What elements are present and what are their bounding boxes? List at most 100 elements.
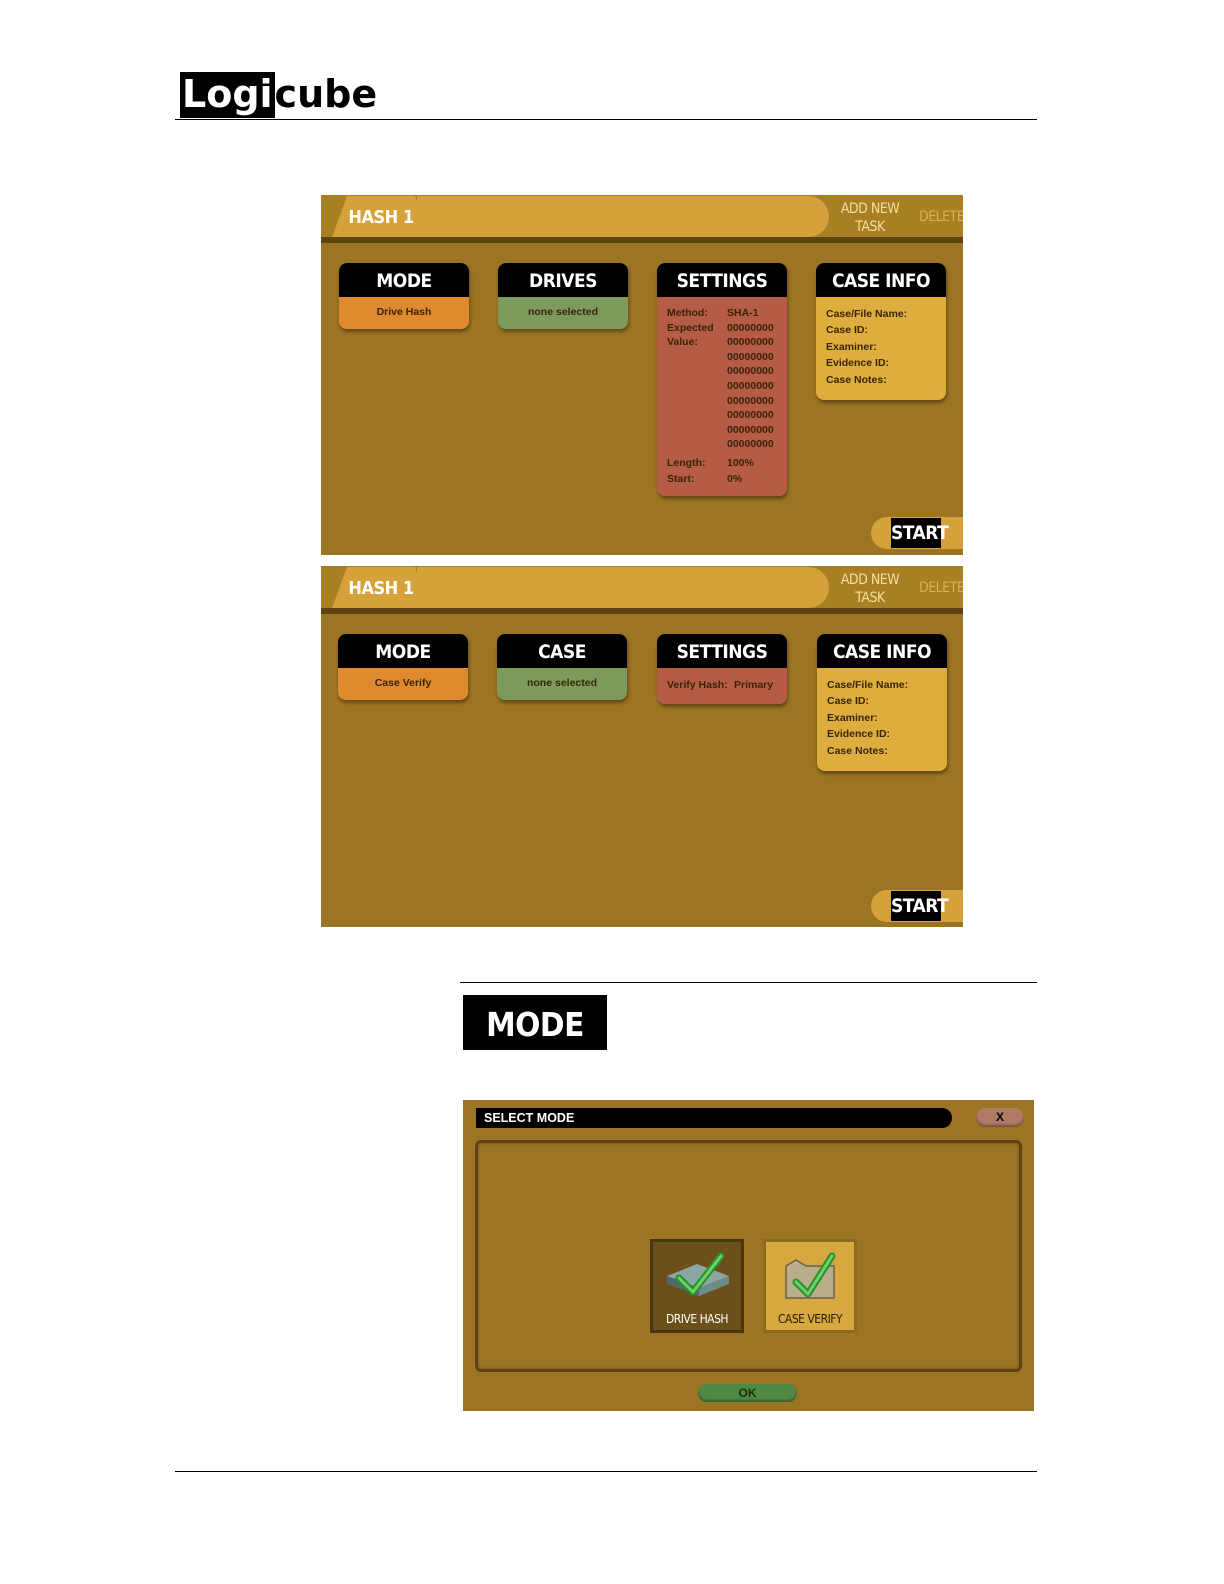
start-button[interactable]: START bbox=[891, 891, 949, 921]
hash-row: 00000000 bbox=[657, 437, 787, 452]
hash-line: 00000000 bbox=[727, 379, 774, 392]
close-button[interactable]: X bbox=[976, 1108, 1024, 1127]
value-label: Value: bbox=[667, 336, 698, 349]
case-file-name-label: Case/File Name: bbox=[827, 679, 909, 691]
case-verify-label: CASE VERIFY bbox=[777, 1312, 843, 1326]
case-id-label: Case ID: bbox=[826, 324, 869, 337]
footer-rule bbox=[175, 1471, 1037, 1472]
task-bar bbox=[417, 196, 829, 237]
screen-drive-hash: HASH 1 ADD NEW TASK DELETE MODE Drive Ha… bbox=[321, 195, 963, 555]
case-notes-label: Case Notes: bbox=[827, 744, 888, 757]
verify-hash-label: Verify Hash: bbox=[667, 679, 728, 691]
header-rule bbox=[175, 119, 1037, 120]
hash-line: 00000000 bbox=[727, 350, 774, 363]
length-value: 100% bbox=[727, 456, 754, 469]
settings-start-row: Start: 0% bbox=[657, 471, 787, 487]
case-card-value: none selected bbox=[497, 668, 627, 700]
mode-card[interactable]: MODE Case Verify bbox=[338, 634, 468, 700]
screen-case-verify: HASH 1 ADD NEW TASK DELETE MODE Case Ver… bbox=[321, 566, 963, 927]
drives-card[interactable]: DRIVES none selected bbox=[498, 263, 628, 329]
add-new-task-button[interactable]: ADD NEW TASK bbox=[831, 571, 909, 607]
select-mode-dialog: SELECT MODE X DRIVE HASH CASE VERIFY OK bbox=[463, 1100, 1034, 1411]
logo-text: cube bbox=[274, 72, 378, 116]
case-card-title: CASE bbox=[497, 634, 627, 668]
settings-length-row: Length: 100% bbox=[657, 455, 787, 471]
mode-card[interactable]: MODE Drive Hash bbox=[339, 263, 469, 329]
hash-line: 00000000 bbox=[727, 409, 774, 422]
hash-row: 00000000 bbox=[657, 350, 787, 365]
case-info-card-title: CASE INFO bbox=[817, 634, 947, 668]
start-button[interactable]: START bbox=[891, 518, 949, 548]
case-file-name-label: Case/File Name: bbox=[826, 308, 908, 320]
logo-box: Logi bbox=[180, 72, 275, 118]
method-value: SHA-1 bbox=[727, 307, 759, 319]
hash-row: 00000000 bbox=[657, 364, 787, 379]
case-verify-option[interactable]: CASE VERIFY bbox=[763, 1239, 857, 1333]
drive-hash-option[interactable]: DRIVE HASH bbox=[650, 1239, 744, 1333]
settings-card-body: Method: SHA-1 Expected 00000000 Value: 0… bbox=[657, 297, 787, 496]
delete-button[interactable]: DELETE bbox=[919, 209, 963, 225]
section-rule bbox=[460, 982, 1037, 983]
mode-card-title: MODE bbox=[338, 634, 468, 668]
case-info-card[interactable]: CASE INFO Case/File Name: Case ID: Exami… bbox=[816, 263, 946, 401]
start-value: 0% bbox=[727, 472, 743, 485]
verify-hash-value: Primary bbox=[734, 679, 774, 691]
case-info-card-title: CASE INFO bbox=[816, 263, 946, 297]
start-label: Start: bbox=[667, 472, 695, 485]
hash-line: 00000000 bbox=[727, 365, 774, 378]
add-task-line-1: ADD NEW bbox=[840, 201, 900, 217]
case-notes-label: Case Notes: bbox=[826, 373, 887, 386]
add-new-task-button[interactable]: ADD NEW TASK bbox=[831, 200, 909, 236]
tab-divider bbox=[321, 608, 963, 614]
settings-card[interactable]: SETTINGS Verify Hash: Primary bbox=[657, 634, 787, 704]
drives-card-title: DRIVES bbox=[498, 263, 628, 297]
case-card[interactable]: CASE none selected bbox=[497, 634, 627, 700]
mode-heading: MODE bbox=[463, 995, 607, 1050]
expected-label: Expected bbox=[667, 321, 714, 334]
dialog-panel: DRIVE HASH CASE VERIFY bbox=[475, 1140, 1022, 1372]
ok-button[interactable]: OK bbox=[698, 1384, 797, 1402]
mode-card-value: Drive Hash bbox=[339, 297, 469, 329]
hash-row: 00000000 bbox=[657, 423, 787, 438]
settings-card[interactable]: SETTINGS Method: SHA-1 Expected 00000000… bbox=[657, 263, 787, 496]
logicube-logo: Logi cube bbox=[180, 70, 377, 118]
length-label: Length: bbox=[667, 456, 706, 469]
examiner-label: Examiner: bbox=[826, 340, 877, 353]
mode-card-value: Case Verify bbox=[338, 668, 468, 700]
settings-expected-row: Expected 00000000 bbox=[657, 321, 787, 336]
add-task-line-2: TASK bbox=[855, 219, 885, 235]
drive-hash-label: DRIVE HASH bbox=[665, 1312, 729, 1326]
hash-line: 00000000 bbox=[727, 394, 774, 407]
method-label: Method: bbox=[667, 307, 708, 319]
hash-line: 00000000 bbox=[727, 336, 774, 349]
settings-method-row: Method: SHA-1 bbox=[657, 306, 787, 321]
drive-check-icon bbox=[667, 1252, 729, 1296]
tab-hash-1-label: HASH 1 bbox=[348, 578, 414, 599]
hash-line: 00000000 bbox=[727, 321, 774, 334]
task-bar bbox=[417, 567, 829, 608]
settings-value-row: Value: 00000000 bbox=[657, 335, 787, 350]
verify-hash-row: Verify Hash: Primary bbox=[657, 668, 787, 702]
settings-card-title: SETTINGS bbox=[657, 263, 787, 297]
add-task-line-2: TASK bbox=[855, 590, 885, 606]
hash-row: 00000000 bbox=[657, 379, 787, 394]
case-info-card-body: Case/File Name: Case ID: Examiner: Evide… bbox=[816, 297, 946, 401]
examiner-label: Examiner: bbox=[827, 711, 878, 724]
evidence-id-label: Evidence ID: bbox=[827, 728, 891, 741]
hash-row: 00000000 bbox=[657, 408, 787, 423]
mode-card-title: MODE bbox=[339, 263, 469, 297]
tab-divider bbox=[321, 237, 963, 243]
drives-card-value: none selected bbox=[498, 297, 628, 329]
case-info-card[interactable]: CASE INFO Case/File Name: Case ID: Exami… bbox=[817, 634, 947, 772]
tab-hash-1-label: HASH 1 bbox=[348, 207, 414, 228]
settings-card-body: Verify Hash: Primary bbox=[657, 668, 787, 704]
delete-button[interactable]: DELETE bbox=[919, 580, 963, 596]
case-check-icon bbox=[785, 1252, 836, 1299]
hash-row: 00000000 bbox=[657, 394, 787, 409]
evidence-id-label: Evidence ID: bbox=[826, 357, 890, 370]
case-info-card-body: Case/File Name: Case ID: Examiner: Evide… bbox=[817, 668, 947, 772]
hash-line: 00000000 bbox=[727, 438, 774, 451]
dialog-title: SELECT MODE bbox=[476, 1108, 952, 1128]
add-task-line-1: ADD NEW bbox=[840, 572, 900, 588]
case-id-label: Case ID: bbox=[827, 695, 870, 708]
